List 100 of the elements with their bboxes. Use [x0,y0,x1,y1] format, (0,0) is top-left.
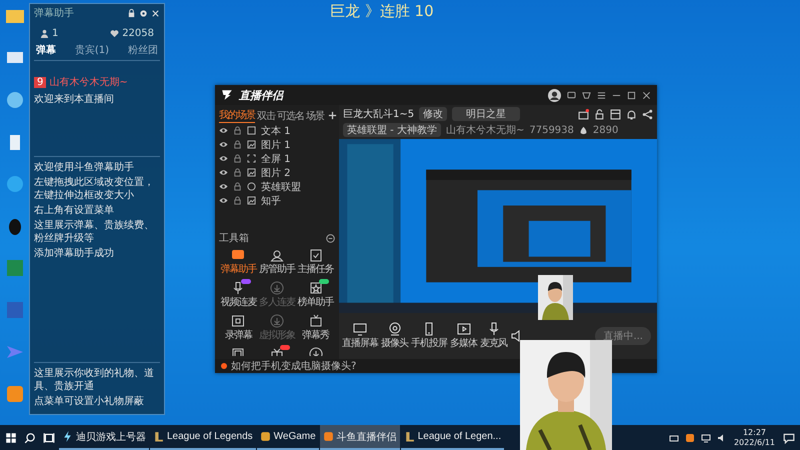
stream-name: 巨龙大乱斗1~5 [343,108,414,121]
tool-button[interactable]: 视频连麦 [219,281,258,311]
game-icon [153,431,164,442]
tool-button[interactable]: 弹幕秀 [296,314,335,344]
lock-icon[interactable] [127,8,136,18]
avatar[interactable] [548,88,561,102]
source-item[interactable]: 全屏 1 [261,152,291,166]
lock-icon[interactable] [233,168,242,177]
eye-icon[interactable] [219,196,228,205]
source-item[interactable]: 图片 2 [261,166,291,180]
chat-message: 添加弹幕助手成功 [34,247,115,260]
collapse-icon[interactable] [326,234,335,242]
download-icon [270,314,284,328]
share-icon[interactable] [642,108,653,120]
star-icon [308,281,323,295]
user-name: 山有木兮木无期~ [49,76,128,89]
panel-tab[interactable]: 贵宾(1) [74,43,110,57]
scene-tab[interactable]: 可选名 [277,108,304,122]
logo-icon [221,89,233,101]
stream-title: 巨龙 》连胜 10 [330,2,434,21]
game-icon [404,431,415,442]
panel-title: 弹幕助手 [34,6,74,20]
source-button[interactable]: 摄像头 [381,322,408,350]
taskbar-item[interactable]: League of Legends [150,425,256,450]
image-icon [247,140,256,149]
app-icon [322,431,334,442]
taskbar-item[interactable]: WeGame [256,425,319,450]
microphone-icon [231,281,246,295]
category-field[interactable]: 英雄联盟 - 大神教学 [343,123,441,137]
scene-tab[interactable]: 场景 [306,108,324,122]
room-number: 7759938 [529,124,574,136]
lock-icon[interactable] [233,126,242,135]
image-icon [247,168,256,177]
source-item[interactable]: 文本 1 [261,124,291,138]
clipboard-icon [308,248,323,262]
maximize-icon[interactable] [627,90,636,100]
image-icon [247,196,256,205]
person-icon [270,248,284,262]
welcome-message: 欢迎来到本直播间 [34,92,114,106]
source-button[interactable]: 多媒体 [450,322,477,350]
chat-message: 左键拖拽此区域改变位置，左键拉伸边框改变大小 [34,176,155,202]
lock-icon[interactable] [233,196,242,205]
text-icon [247,126,256,135]
close-icon[interactable] [642,90,651,100]
source-item[interactable]: 图片 1 [261,138,291,152]
scene-tab[interactable]: 我的场景 [219,108,255,123]
download-icon [270,281,284,295]
tool-button[interactable]: 录弹幕 [219,314,258,344]
clock[interactable]: 12:27 2022/6/11 [730,428,778,448]
chat-message: 欢迎使用斗鱼弹幕助手 [34,161,135,174]
gift-icon[interactable] [578,108,589,120]
bell-icon[interactable] [626,108,637,120]
panel-tab[interactable]: 粉丝团 [128,43,158,57]
lock-icon[interactable] [233,182,242,191]
screen-icon [247,154,256,163]
source-item[interactable]: 知乎 [261,194,281,208]
source-button[interactable]: 直播屏幕 [342,322,378,350]
taskbar-item[interactable]: 迪贝游戏上号器 [59,425,149,450]
heat-count: 2890 [592,124,618,136]
tag-field[interactable]: 明日之星 [452,107,520,121]
monitor-icon [353,322,367,336]
eye-icon[interactable] [219,168,228,177]
app-title: 直播伴侣 [239,88,283,102]
source-item[interactable]: 英雄联盟 [261,180,301,194]
chat-message: 右上角有设置菜单 [34,204,115,217]
tool-button[interactable]: 主播任务 [296,248,335,278]
scene-tab[interactable]: 双击 [257,108,275,122]
tool-button[interactable]: 榜单助手 [296,281,335,311]
add-icon[interactable] [328,111,337,120]
media-icon [456,322,470,336]
record-icon [231,314,246,328]
eye-icon[interactable] [219,154,228,163]
stat-value: 22058 [122,28,154,39]
gamepad-icon [247,182,256,191]
person-icon [40,29,49,38]
panel-tab[interactable]: 弹幕 [36,43,56,57]
layout-icon[interactable] [610,108,621,120]
tool-button[interactable]: 弹幕助手 [219,248,258,278]
lock-icon[interactable] [233,154,242,163]
eye-icon[interactable] [219,126,228,135]
source-button[interactable]: 麦克风 [480,322,507,350]
tv-icon [308,314,323,328]
tool-button[interactable]: 房管助手 [258,248,296,278]
stat-value: 1 [52,28,58,39]
edit-button[interactable]: 修改 [419,107,448,121]
camera-icon [388,322,402,336]
taskbar-item[interactable]: 斗鱼直播伴侣 [320,425,400,450]
taskbar-item[interactable]: League of Legen... [400,425,504,450]
settings-icon[interactable] [139,8,148,18]
level-badge: 9 [34,76,46,88]
anchor-name: 山有木兮木无期~ [446,124,524,137]
menu-icon[interactable] [597,90,606,100]
dot-icon [221,363,227,369]
heart-icon [110,29,120,38]
eye-icon[interactable] [219,140,228,149]
lock-icon[interactable] [233,140,242,149]
eye-icon[interactable] [219,182,228,191]
bolt-icon [62,431,73,442]
unlock-icon[interactable] [594,108,605,120]
source-button[interactable]: 手机投屏 [411,322,447,350]
